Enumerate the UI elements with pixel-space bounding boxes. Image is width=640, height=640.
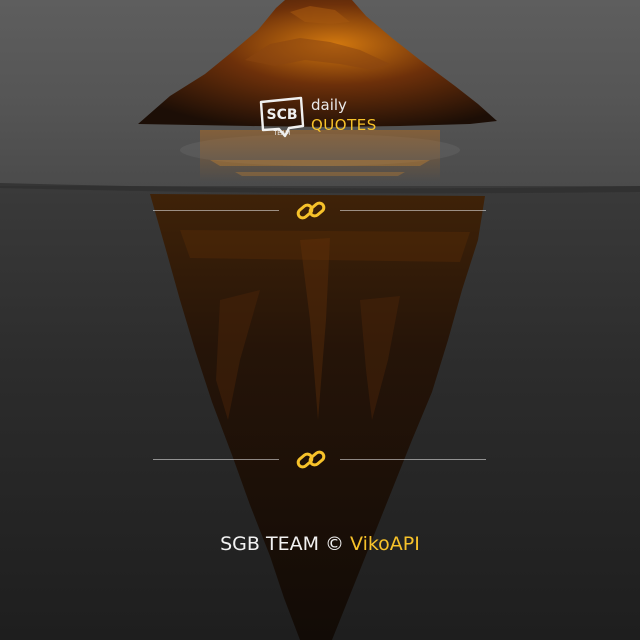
brand-quotes-label: QUOTES [311, 116, 377, 134]
sgb-team-badge-icon: SCB TEAM [259, 96, 305, 138]
badge-text: SCB [266, 107, 297, 123]
brand-text: daily QUOTES [311, 96, 377, 135]
copyright-symbol: © [324, 533, 344, 555]
link-icon [295, 196, 327, 226]
divider-top [153, 196, 486, 226]
divider-bottom [153, 445, 486, 475]
divider-line-left [153, 210, 279, 211]
footer-credit: SGB TEAM © VikoAPI [0, 531, 640, 557]
link-icon [295, 445, 327, 475]
footer-author-label: VikoAPI [349, 533, 420, 555]
badge-subtext: TEAM [273, 130, 291, 137]
footer-team-label: SGB TEAM [220, 533, 319, 555]
divider-line-left [153, 459, 279, 460]
brand-logo: SCB TEAM daily QUOTES [259, 96, 399, 140]
divider-line-right [340, 210, 486, 211]
brand-daily-label: daily [311, 96, 347, 114]
iceberg-scene: SCB TEAM daily QUOTES SGB TEAM © VikoAPI [0, 0, 640, 640]
divider-line-right [340, 459, 486, 460]
